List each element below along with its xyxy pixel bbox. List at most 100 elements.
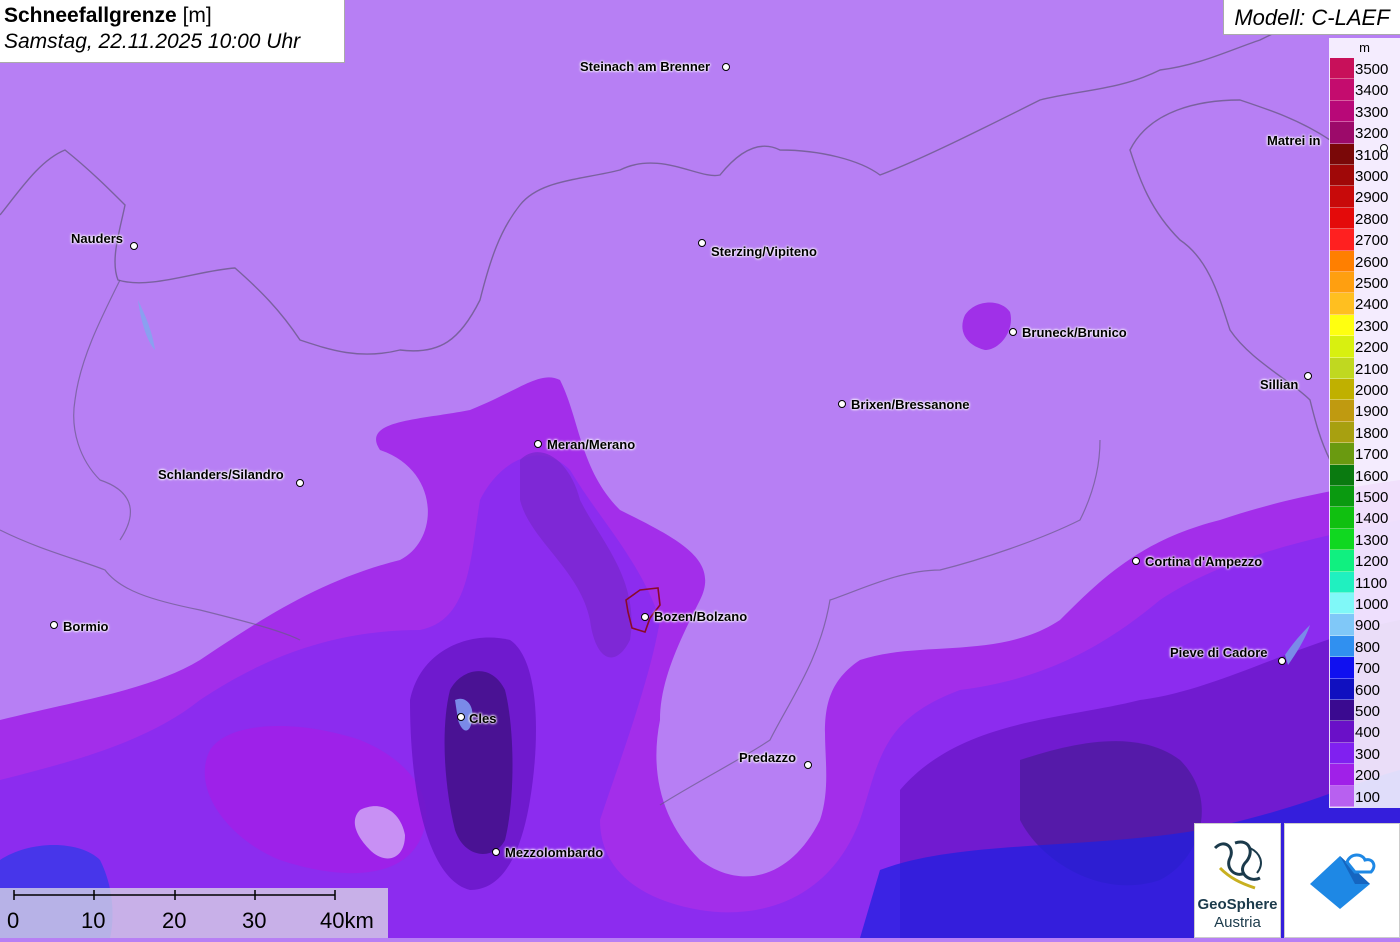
legend-swatch (1330, 58, 1354, 80)
town-marker-icon[interactable] (492, 848, 500, 856)
legend-entry: 1600 (1329, 464, 1400, 486)
scale-tick: 40km (320, 908, 374, 933)
legend-entry: 2000 (1329, 379, 1400, 401)
town-label[interactable]: Nauders (71, 231, 123, 246)
legend-label: 1600 (1355, 467, 1389, 485)
legend-entry: 700 (1329, 657, 1400, 679)
legend-label: 200 (1355, 767, 1381, 785)
town-label[interactable]: Brixen/Bressanone (851, 397, 970, 412)
legend-label: 2000 (1355, 382, 1389, 399)
legend-label: 400 (1355, 724, 1381, 742)
town-marker-icon[interactable] (457, 713, 465, 721)
legend-label: 500 (1355, 703, 1381, 720)
town-marker-icon[interactable] (1278, 657, 1286, 665)
legend-entry: 300 (1329, 742, 1400, 765)
town-label[interactable]: Matrei in (1267, 133, 1320, 148)
town-label[interactable]: Sterzing/Vipiteno (711, 244, 817, 259)
legend-swatch (1330, 314, 1354, 337)
town-label[interactable]: Bormio (63, 619, 109, 634)
model-label: Modell: C-LAEF (1223, 0, 1400, 35)
legend-label: 3000 (1355, 168, 1389, 185)
legend-label: 3400 (1355, 82, 1389, 100)
legend-swatch (1330, 79, 1354, 101)
legend-entry: 1200 (1329, 550, 1400, 572)
geosphere-text-2: Austria (1214, 914, 1261, 931)
title-unit: [m] (182, 4, 212, 27)
town-label[interactable]: Bruneck/Brunico (1022, 325, 1127, 340)
legend-swatch (1330, 336, 1354, 358)
legend-entry: 1400 (1329, 507, 1400, 529)
legend-swatch (1330, 657, 1354, 679)
legend-swatch (1330, 207, 1354, 230)
legend-entry: 800 (1329, 635, 1400, 658)
town-marker-icon[interactable] (1380, 144, 1388, 152)
town-label[interactable]: Steinach am Brenner (580, 59, 710, 74)
legend-label: 100 (1355, 788, 1381, 806)
title-main-text: Schneefallgrenze (4, 4, 177, 27)
legend-swatch (1330, 635, 1354, 658)
scale-tick: 10 (81, 908, 106, 933)
legend-label: 2900 (1355, 189, 1389, 207)
weather-app-logo[interactable] (1284, 823, 1400, 938)
legend-entry: 3100 (1329, 143, 1400, 165)
legend-entry: 3300 (1329, 100, 1400, 123)
legend-entry: 1000 (1329, 593, 1400, 615)
legend-swatch (1330, 421, 1354, 444)
legend-swatch (1330, 293, 1354, 315)
zone-500-core (444, 671, 513, 854)
town-label[interactable]: Predazzo (739, 750, 796, 765)
legend-entry: 2600 (1329, 250, 1400, 272)
town-marker-icon[interactable] (296, 479, 304, 487)
town-marker-icon[interactable] (1132, 557, 1140, 565)
legend-swatch (1330, 785, 1354, 807)
legend-label: 1900 (1355, 403, 1389, 421)
legend-label: 1700 (1355, 446, 1389, 464)
town-marker-icon[interactable] (641, 613, 649, 621)
legend-label: 1800 (1355, 424, 1389, 442)
town-marker-icon[interactable] (838, 400, 846, 408)
legend-swatch (1330, 122, 1354, 144)
town-marker-icon[interactable] (804, 761, 812, 769)
legend-label: 1200 (1355, 553, 1389, 571)
legend-swatch (1330, 700, 1354, 722)
town-marker-icon[interactable] (1009, 328, 1017, 336)
legend-label: 2300 (1355, 317, 1389, 335)
legend-label: 1400 (1355, 510, 1389, 528)
legend-entry: 2700 (1329, 229, 1400, 251)
geosphere-logo[interactable]: GeoSphere Austria (1194, 823, 1281, 938)
legend-label: 1500 (1355, 489, 1389, 506)
town-marker-icon[interactable] (130, 242, 138, 250)
town-label[interactable]: Cles (469, 711, 496, 726)
town-label[interactable]: Meran/Merano (547, 437, 635, 452)
town-label[interactable]: Mezzolombardo (505, 845, 603, 860)
legend-entry: 1700 (1329, 443, 1400, 465)
town-label[interactable]: Sillian (1260, 377, 1298, 392)
legend-entry: 900 (1329, 614, 1400, 636)
town-label[interactable]: Pieve di Cadore (1170, 645, 1268, 660)
legend-entry: 3000 (1329, 165, 1400, 187)
legend-entry: 2400 (1329, 293, 1400, 315)
legend-swatch (1330, 379, 1354, 401)
legend-swatch (1330, 507, 1354, 529)
legend-label: 300 (1355, 745, 1381, 763)
legend-label: 600 (1355, 681, 1381, 699)
geosphere-text-1: GeoSphere (1197, 896, 1278, 913)
cloud-arrow-icon (1310, 853, 1376, 909)
legend-label: 2200 (1355, 339, 1389, 357)
town-marker-icon[interactable] (722, 63, 730, 71)
town-label[interactable]: Schlanders/Silandro (158, 467, 284, 482)
scale-tick: 0 (7, 908, 20, 933)
town-marker-icon[interactable] (698, 239, 706, 247)
town-marker-icon[interactable] (50, 621, 58, 629)
town-marker-icon[interactable] (534, 440, 542, 448)
legend-entry: 2200 (1329, 336, 1400, 358)
legend-swatch (1330, 593, 1354, 615)
legend-entry: 400 (1329, 721, 1400, 743)
legend-swatch (1330, 571, 1354, 593)
town-label[interactable]: Bozen/Bolzano (654, 609, 747, 624)
legend-unit: m (1359, 40, 1370, 55)
town-label[interactable]: Cortina d'Ampezzo (1145, 554, 1262, 569)
legend-label: 3200 (1355, 125, 1389, 143)
town-marker-icon[interactable] (1304, 372, 1312, 380)
legend-entry: 1500 (1329, 486, 1400, 508)
